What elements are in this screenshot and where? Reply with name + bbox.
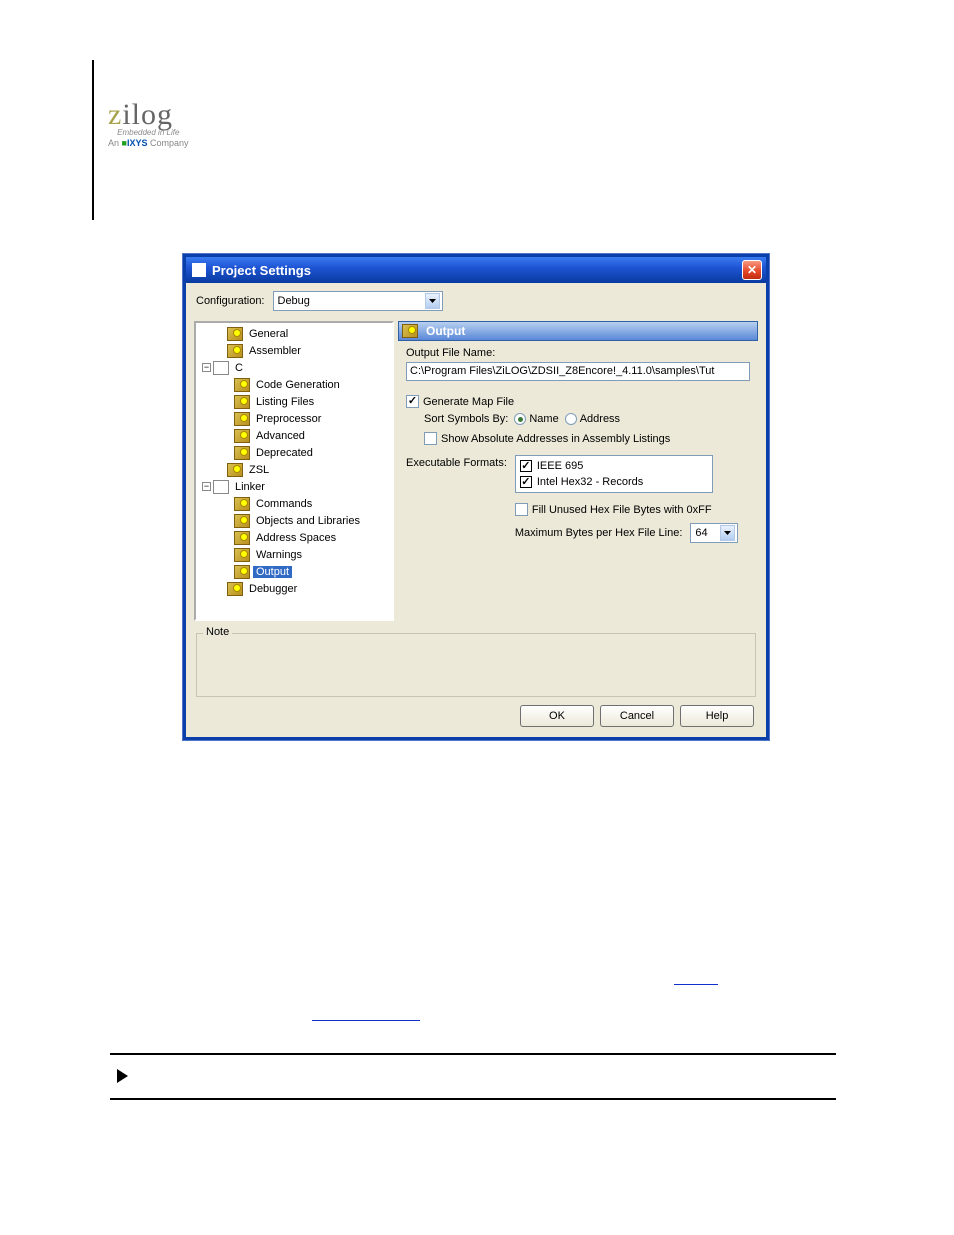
node-icon bbox=[234, 497, 250, 511]
format-ieee695-label: IEEE 695 bbox=[537, 460, 583, 472]
tree-deprecated[interactable]: Deprecated bbox=[198, 444, 392, 461]
output-panel: Output Output File Name: C:\Program File… bbox=[398, 321, 758, 621]
titlebar[interactable]: Project Settings ✕ bbox=[186, 257, 766, 283]
zilog-logo: zilog bbox=[108, 98, 189, 132]
sort-name-label: Name bbox=[529, 413, 558, 425]
logo-company: An ■IXYS Company bbox=[108, 138, 189, 148]
sort-symbols-label: Sort Symbols By: bbox=[424, 413, 508, 425]
node-icon bbox=[234, 429, 250, 443]
format-intelhex-label: Intel Hex32 - Records bbox=[537, 476, 643, 488]
logo-block: zilog Embedded in Life An ■IXYS Company bbox=[108, 98, 189, 148]
panel-heading-bar: Output bbox=[398, 321, 758, 341]
max-bytes-label: Maximum Bytes per Hex File Line: bbox=[515, 527, 683, 539]
generate-map-checkbox[interactable] bbox=[406, 395, 419, 408]
tree-zsl[interactable]: ZSL bbox=[198, 461, 392, 478]
node-icon bbox=[234, 531, 250, 545]
note-groupbox: Note bbox=[196, 633, 756, 697]
tree-warnings[interactable]: Warnings bbox=[198, 546, 392, 563]
panel-heading: Output bbox=[426, 324, 465, 338]
window-icon bbox=[192, 263, 206, 277]
tree-general[interactable]: General bbox=[198, 325, 392, 342]
tree-objlib[interactable]: Objects and Libraries bbox=[198, 512, 392, 529]
tree-assembler[interactable]: Assembler bbox=[198, 342, 392, 359]
collapse-icon[interactable]: − bbox=[202, 482, 211, 491]
max-bytes-value: 64 bbox=[695, 527, 707, 539]
folder-icon bbox=[213, 480, 229, 494]
settings-tree[interactable]: General Assembler −C Code Generation Lis… bbox=[194, 321, 394, 621]
format-intelhex-checkbox[interactable] bbox=[520, 476, 532, 488]
generate-map-label: Generate Map File bbox=[423, 396, 514, 408]
link-underline bbox=[674, 984, 718, 985]
configuration-label: Configuration: bbox=[196, 295, 265, 307]
tree-commands[interactable]: Commands bbox=[198, 495, 392, 512]
format-ieee695-checkbox[interactable] bbox=[520, 460, 532, 472]
sort-address-radio[interactable] bbox=[565, 413, 577, 425]
tree-codegen[interactable]: Code Generation bbox=[198, 376, 392, 393]
tree-preproc[interactable]: Preprocessor bbox=[198, 410, 392, 427]
cancel-button[interactable]: Cancel bbox=[600, 705, 674, 727]
node-icon bbox=[234, 412, 250, 426]
horizontal-rule-top bbox=[110, 1053, 836, 1055]
fill-unused-checkbox[interactable] bbox=[515, 503, 528, 516]
fill-unused-label: Fill Unused Hex File Bytes with 0xFF bbox=[532, 504, 712, 516]
help-button[interactable]: Help bbox=[680, 705, 754, 727]
node-icon bbox=[234, 395, 250, 409]
note-legend: Note bbox=[203, 626, 232, 638]
output-filename-input[interactable]: C:\Program Files\ZiLOG\ZDSII_Z8Encore!_4… bbox=[406, 362, 750, 381]
horizontal-rule-bottom bbox=[110, 1098, 836, 1100]
tree-advanced[interactable]: Advanced bbox=[198, 427, 392, 444]
link-underline bbox=[312, 1020, 420, 1021]
close-button[interactable]: ✕ bbox=[742, 260, 762, 280]
logo-tagline: Embedded in Life bbox=[108, 128, 189, 137]
node-icon bbox=[227, 327, 243, 341]
max-bytes-select[interactable]: 64 bbox=[690, 523, 738, 543]
configuration-value: Debug bbox=[278, 295, 310, 307]
show-absolute-checkbox[interactable] bbox=[424, 432, 437, 445]
panel-heading-icon bbox=[402, 324, 418, 338]
node-icon bbox=[234, 514, 250, 528]
node-icon bbox=[227, 463, 243, 477]
node-icon bbox=[234, 548, 250, 562]
tree-debugger[interactable]: Debugger bbox=[198, 580, 392, 597]
output-filename-label: Output File Name: bbox=[406, 347, 750, 359]
node-icon bbox=[227, 344, 243, 358]
vertical-rule bbox=[92, 60, 94, 220]
sort-name-radio[interactable] bbox=[514, 413, 526, 425]
ok-button[interactable]: OK bbox=[520, 705, 594, 727]
node-icon bbox=[227, 582, 243, 596]
node-icon bbox=[234, 378, 250, 392]
tree-linker[interactable]: −Linker bbox=[198, 478, 392, 495]
tree-addrsp[interactable]: Address Spaces bbox=[198, 529, 392, 546]
node-icon bbox=[234, 565, 250, 579]
sort-address-label: Address bbox=[580, 413, 620, 425]
executable-formats-label: Executable Formats: bbox=[406, 455, 507, 469]
dropdown-arrow-icon bbox=[425, 293, 440, 309]
node-icon bbox=[234, 446, 250, 460]
project-settings-dialog: Project Settings ✕ Configuration: Debug … bbox=[183, 254, 769, 740]
folder-icon bbox=[213, 361, 229, 375]
window-title: Project Settings bbox=[212, 263, 742, 278]
executable-formats-list[interactable]: IEEE 695 Intel Hex32 - Records bbox=[515, 455, 713, 493]
triangle-marker-icon bbox=[117, 1069, 128, 1083]
tree-listing[interactable]: Listing Files bbox=[198, 393, 392, 410]
tree-c[interactable]: −C bbox=[198, 359, 392, 376]
configuration-select[interactable]: Debug bbox=[273, 291, 443, 311]
show-absolute-label: Show Absolute Addresses in Assembly List… bbox=[441, 433, 670, 445]
tree-output[interactable]: Output bbox=[198, 563, 392, 580]
collapse-icon[interactable]: − bbox=[202, 363, 211, 372]
dropdown-arrow-icon bbox=[720, 525, 735, 541]
